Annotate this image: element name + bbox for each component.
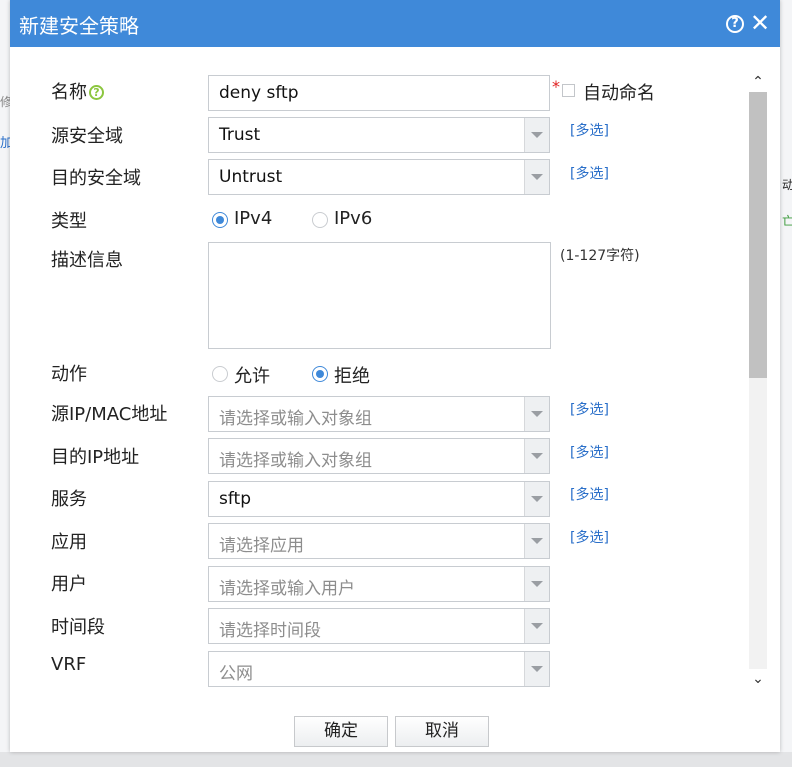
chevron-down-icon[interactable]	[524, 118, 549, 152]
ok-button[interactable]: 确定	[294, 716, 388, 747]
vrf-label: VRF	[51, 654, 87, 675]
service-label: 服务	[51, 489, 87, 510]
ipv6-radio[interactable]	[312, 212, 328, 228]
cancel-button[interactable]: 取消	[395, 716, 489, 747]
application-label: 应用	[51, 532, 87, 553]
chevron-up-icon[interactable]: ⌃	[747, 72, 769, 92]
name-label: 名称?	[51, 78, 104, 104]
time-range-select[interactable]: 请选择时间段	[208, 608, 550, 644]
dialog-titlebar: 新建安全策略 ? ✕	[10, 0, 780, 47]
name-input-value: deny sftp	[219, 83, 299, 103]
destination-ip-multi-select-link[interactable]: [多选]	[570, 442, 609, 462]
application-select[interactable]: 请选择应用	[208, 523, 550, 559]
scrollbar-thumb[interactable]	[749, 92, 767, 378]
type-label: 类型	[51, 211, 87, 232]
destination-zone-select[interactable]: Untrust	[208, 159, 550, 195]
chevron-down-icon[interactable]	[524, 397, 549, 431]
chevron-down-icon[interactable]	[524, 524, 549, 558]
background-text-fragment: 动	[782, 178, 792, 192]
destination-zone-multi-select-link[interactable]: [多选]	[570, 163, 609, 183]
destination-ip-select[interactable]: 请选择或输入对象组	[208, 438, 550, 474]
deny-radio[interactable]	[312, 366, 328, 382]
application-multi-select-link[interactable]: [多选]	[570, 527, 609, 547]
auto-name-checkbox[interactable]	[562, 84, 575, 97]
chevron-down-icon[interactable]	[524, 160, 549, 194]
close-icon[interactable]: ✕	[749, 11, 771, 35]
chevron-down-icon[interactable]	[524, 567, 549, 601]
chevron-down-icon[interactable]	[524, 609, 549, 643]
source-ip-mac-label: 源IP/MAC地址	[51, 404, 168, 425]
time-range-placeholder: 请选择时间段	[219, 621, 321, 641]
required-asterisk: *	[552, 77, 560, 96]
allow-radio-label: 允许	[234, 366, 270, 387]
user-select[interactable]: 请选择或输入用户	[208, 566, 550, 602]
destination-ip-label: 目的IP地址	[51, 447, 140, 468]
application-placeholder: 请选择应用	[219, 536, 304, 556]
vrf-select[interactable]: 公网	[208, 651, 550, 687]
scrollbar-track[interactable]	[749, 92, 767, 669]
form-scrollbar[interactable]: ⌃ ⌄	[747, 72, 769, 689]
chevron-down-icon[interactable]	[524, 482, 549, 516]
source-ip-mac-select[interactable]: 请选择或输入对象组	[208, 396, 550, 432]
background-bottom-strip	[0, 752, 792, 767]
destination-ip-placeholder: 请选择或输入对象组	[219, 451, 372, 471]
new-security-policy-dialog: 新建安全策略 ? ✕ 名称? deny sftp * 自动命名 源安全域 Tru…	[10, 0, 780, 752]
service-multi-select-link[interactable]: [多选]	[570, 484, 609, 504]
ipv4-radio-label: IPv4	[234, 208, 273, 229]
user-placeholder: 请选择或输入用户	[219, 579, 355, 599]
destination-zone-label: 目的安全域	[51, 168, 141, 189]
time-range-label: 时间段	[51, 617, 105, 638]
auto-name-label: 自动命名	[583, 83, 655, 104]
ipv4-radio[interactable]	[212, 212, 228, 228]
chevron-down-icon[interactable]	[524, 652, 549, 686]
question-help-icon[interactable]: ?	[89, 85, 104, 100]
service-select[interactable]: sftp	[208, 481, 550, 517]
background-right-strip: 动 亡	[780, 0, 792, 767]
source-zone-select[interactable]: Trust	[208, 117, 550, 153]
description-textarea[interactable]	[208, 242, 551, 349]
source-zone-multi-select-link[interactable]: [多选]	[570, 120, 609, 140]
source-ip-multi-select-link[interactable]: [多选]	[570, 399, 609, 419]
vrf-value: 公网	[219, 664, 253, 684]
background-text-fragment: 亡	[782, 214, 792, 228]
allow-radio[interactable]	[212, 366, 228, 382]
chevron-down-icon[interactable]: ⌄	[747, 669, 769, 689]
destination-zone-value: Untrust	[219, 167, 283, 187]
source-ip-mac-placeholder: 请选择或输入对象组	[219, 409, 372, 429]
user-label: 用户	[51, 574, 87, 595]
dialog-title: 新建安全策略	[19, 14, 139, 38]
ipv6-radio-label: IPv6	[334, 208, 373, 229]
service-value: sftp	[219, 489, 251, 509]
help-icon[interactable]: ?	[726, 15, 744, 33]
dialog-form: 名称? deny sftp * 自动命名 源安全域 Trust [多选] 目的安…	[10, 47, 780, 687]
source-zone-label: 源安全域	[51, 126, 123, 147]
name-input[interactable]: deny sftp	[208, 75, 550, 111]
chevron-down-icon[interactable]	[524, 439, 549, 473]
description-length-hint: (1-127字符)	[560, 248, 640, 264]
deny-radio-label: 拒绝	[334, 366, 370, 387]
source-zone-value: Trust	[219, 125, 261, 145]
description-label: 描述信息	[51, 250, 123, 271]
action-label: 动作	[51, 364, 87, 385]
